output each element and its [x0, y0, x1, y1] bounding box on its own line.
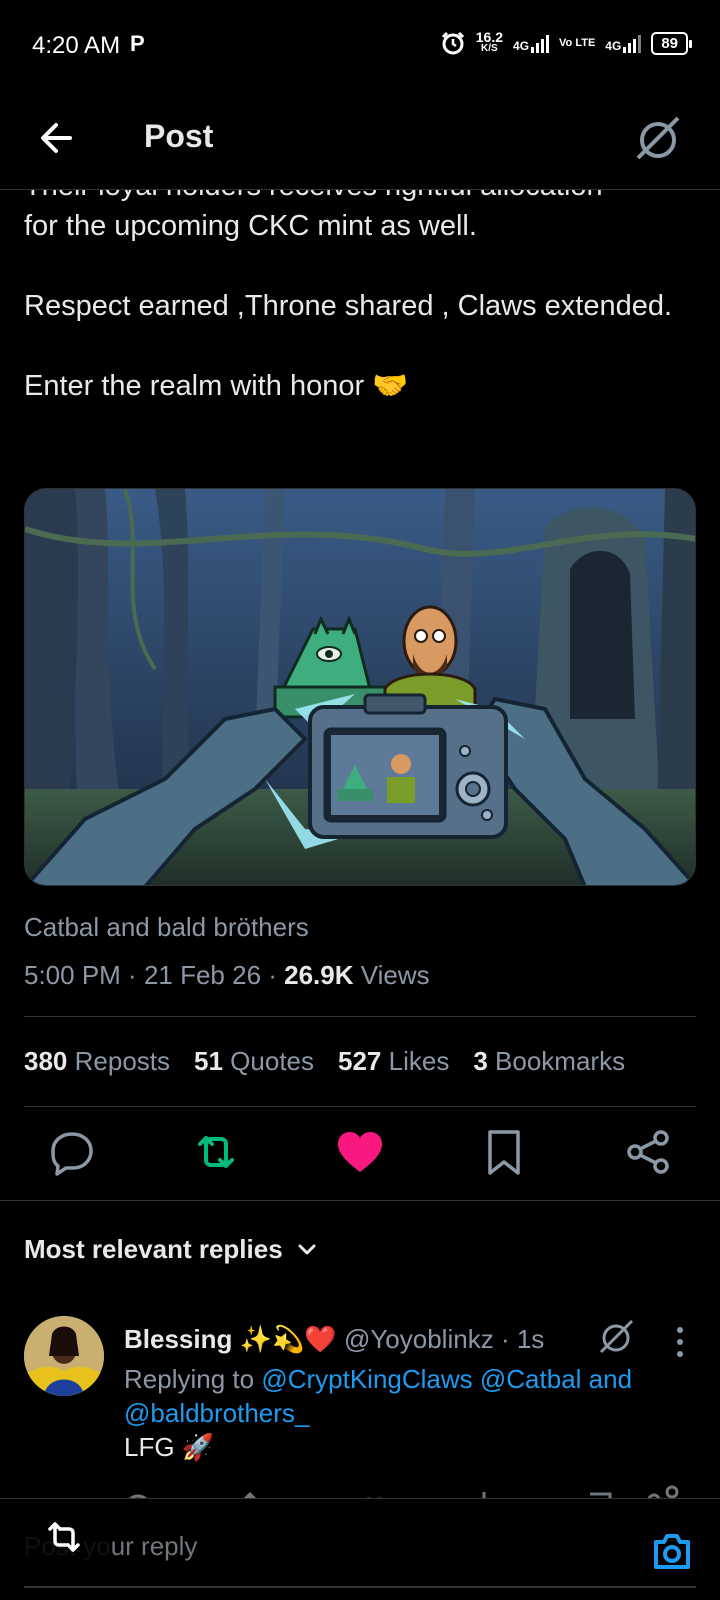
bookmarks-stat[interactable]: 3 Bookmarks [473, 1046, 625, 1077]
signal-bars-icon [531, 33, 550, 53]
post-stats: 380 Reposts 51 Quotes 527 Likes 3 Bookma… [24, 1046, 625, 1077]
chevron-down-icon [298, 1244, 316, 1254]
signal-bars-icon [623, 33, 642, 53]
notification-p-icon: P [130, 31, 145, 56]
more-options-icon[interactable] [668, 1322, 692, 1362]
gesture-bar [24, 1586, 696, 1588]
repost-icon[interactable] [190, 1126, 242, 1178]
reply-header: Blessing ✨💫❤️ @Yoyoblinkz · 1s [124, 1324, 544, 1355]
views-count: 26.9K [284, 960, 354, 990]
post-text-paragraph: Respect earned ,Throne shared , Claws ex… [24, 290, 673, 322]
mention-link[interactable]: @CryptKingClaws [261, 1364, 472, 1394]
status-time: 4:20 AM [32, 32, 121, 59]
reply-icon[interactable] [46, 1126, 98, 1178]
reply-time: 1s [516, 1324, 545, 1354]
grok-icon[interactable] [596, 1316, 636, 1356]
status-icons: 16.2 K/S 4G Vo LTE 4G 89 [440, 29, 692, 56]
post-text-line: for the upcoming CKC mint as well. [24, 210, 477, 242]
grok-icon[interactable] [632, 112, 684, 164]
reply-composer: Post your reply [0, 1498, 720, 1600]
reply-separator: · [500, 1324, 510, 1354]
likes-stat[interactable]: 527 Likes [338, 1046, 449, 1077]
post-time: 5:00 PM [24, 960, 121, 990]
page-title: Post [144, 118, 214, 154]
views-label: Views [360, 960, 430, 990]
share-icon[interactable] [622, 1126, 674, 1178]
quotes-stat[interactable]: 51 Quotes [194, 1046, 314, 1077]
camera-icon[interactable] [650, 1529, 694, 1573]
post-text-paragraph: Enter the realm with honor 🤝 [24, 370, 409, 402]
mention-link[interactable]: @Catbal and [480, 1364, 632, 1394]
reply-text: LFG 🚀 [124, 1432, 215, 1462]
jungle-camera-illustration [25, 489, 695, 885]
alarm-icon [441, 31, 464, 55]
divider [24, 1106, 696, 1107]
repost-icon[interactable] [44, 1517, 84, 1557]
avatar[interactable] [24, 1316, 104, 1396]
back-arrow-icon[interactable] [32, 114, 80, 162]
volte-indicator: Vo LTE [559, 36, 596, 49]
post-action-bar [0, 1126, 720, 1182]
post-text: Their loyal holders receives rightful al… [24, 166, 696, 446]
bookmark-icon[interactable] [478, 1126, 530, 1178]
app-header: Post [0, 90, 720, 190]
signal-1: 4G [513, 33, 550, 53]
post-meta: 5:00 PM · 21 Feb 26 · 26.9K Views [24, 960, 430, 990]
replies-sort-label: Most relevant replies [24, 1234, 283, 1264]
like-heart-icon[interactable] [334, 1126, 386, 1178]
post-image[interactable] [24, 488, 696, 886]
signal-2: 4G [605, 33, 642, 53]
image-caption: Catbal and bald bröthers [24, 912, 309, 942]
net-speed: 16.2 K/S [475, 29, 504, 54]
reposts-stat[interactable]: 380 Reposts [24, 1046, 170, 1077]
reply-item[interactable]: Blessing ✨💫❤️ @Yoyoblinkz · 1s Replying … [0, 1316, 720, 1516]
mention-link[interactable]: @baldbrothers_ [124, 1398, 309, 1428]
post-date: 21 Feb 26 [143, 960, 262, 990]
avatar-image [24, 1316, 104, 1396]
reply-author-name[interactable]: Blessing ✨💫❤️ [124, 1324, 337, 1354]
status-bar: 4:20 AM P 16.2 K/S 4G Vo LTE 4G 89 [0, 0, 720, 90]
divider [24, 1016, 696, 1017]
replies-sort-dropdown[interactable]: Most relevant replies [24, 1234, 319, 1265]
battery-indicator: 89 [651, 31, 692, 55]
divider [0, 1200, 720, 1201]
reply-author-handle[interactable]: @Yoyoblinkz [344, 1324, 494, 1354]
replying-to: Replying to @CryptKingClaws @Catbal and … [124, 1364, 633, 1428]
